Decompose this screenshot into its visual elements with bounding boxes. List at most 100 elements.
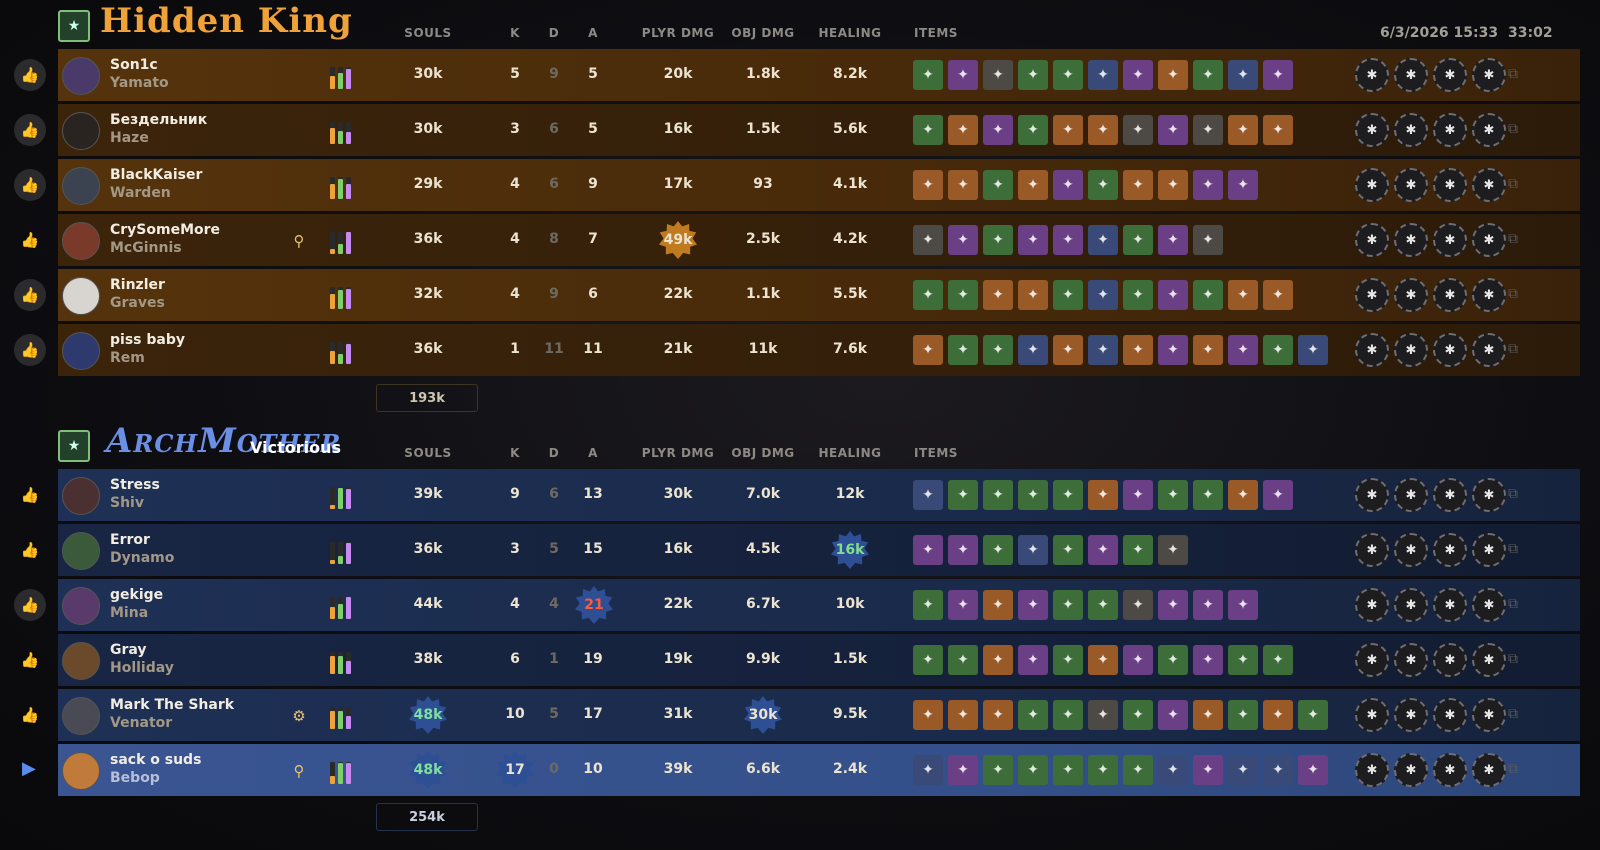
- item-icon[interactable]: ✦: [948, 480, 978, 510]
- thumbs-up-icon[interactable]: 👍: [14, 644, 46, 676]
- ability-icon[interactable]: ✱: [1472, 698, 1506, 732]
- item-icon[interactable]: ✦: [1158, 535, 1188, 565]
- item-icon[interactable]: ✦: [1158, 60, 1188, 90]
- item-icon[interactable]: ✦: [1018, 645, 1048, 675]
- ability-icon[interactable]: ✱: [1433, 113, 1467, 147]
- copy-icon[interactable]: ⧉: [1508, 706, 1518, 722]
- item-icon[interactable]: ✦: [1123, 335, 1153, 365]
- item-icon[interactable]: ✦: [1018, 60, 1048, 90]
- ability-icon[interactable]: ✱: [1355, 478, 1389, 512]
- item-icon[interactable]: ✦: [1123, 170, 1153, 200]
- ability-icon[interactable]: ✱: [1472, 643, 1506, 677]
- item-icon[interactable]: ✦: [1123, 280, 1153, 310]
- ability-icon[interactable]: ✱: [1355, 333, 1389, 367]
- thumbs-up-icon[interactable]: 👍: [14, 169, 46, 201]
- item-icon[interactable]: ✦: [1053, 170, 1083, 200]
- ability-icon[interactable]: ✱: [1433, 478, 1467, 512]
- item-icon[interactable]: ✦: [913, 480, 943, 510]
- item-icon[interactable]: ✦: [1053, 60, 1083, 90]
- item-icon[interactable]: ✦: [1193, 755, 1223, 785]
- item-icon[interactable]: ✦: [1053, 280, 1083, 310]
- thumbs-up-icon[interactable]: 👍: [14, 279, 46, 311]
- item-icon[interactable]: ✦: [983, 700, 1013, 730]
- ability-icon[interactable]: ✱: [1433, 753, 1467, 787]
- player-row[interactable]: [58, 324, 1580, 376]
- item-icon[interactable]: ✦: [1158, 225, 1188, 255]
- ability-icon[interactable]: ✱: [1394, 58, 1428, 92]
- item-icon[interactable]: ✦: [913, 645, 943, 675]
- ability-icon[interactable]: ✱: [1394, 168, 1428, 202]
- copy-icon[interactable]: ⧉: [1508, 486, 1518, 502]
- item-icon[interactable]: ✦: [913, 335, 943, 365]
- copy-icon[interactable]: ⧉: [1508, 121, 1518, 137]
- item-icon[interactable]: ✦: [1158, 480, 1188, 510]
- item-icon[interactable]: ✦: [1228, 590, 1258, 620]
- player-row[interactable]: [58, 269, 1580, 321]
- item-icon[interactable]: ✦: [1298, 700, 1328, 730]
- item-icon[interactable]: ✦: [1053, 225, 1083, 255]
- item-icon[interactable]: ✦: [1123, 535, 1153, 565]
- thumbs-up-icon[interactable]: 👍: [14, 699, 46, 731]
- item-icon[interactable]: ✦: [1193, 700, 1223, 730]
- item-icon[interactable]: ✦: [1123, 115, 1153, 145]
- item-icon[interactable]: ✦: [913, 280, 943, 310]
- ability-icon[interactable]: ✱: [1433, 333, 1467, 367]
- player-row[interactable]: [58, 49, 1580, 101]
- item-icon[interactable]: ✦: [1228, 335, 1258, 365]
- item-icon[interactable]: ✦: [1123, 60, 1153, 90]
- ability-icon[interactable]: ✱: [1394, 478, 1428, 512]
- item-icon[interactable]: ✦: [1088, 225, 1118, 255]
- ability-icon[interactable]: ✱: [1472, 533, 1506, 567]
- item-icon[interactable]: ✦: [1193, 590, 1223, 620]
- item-icon[interactable]: ✦: [1018, 225, 1048, 255]
- player-row[interactable]: [58, 469, 1580, 521]
- item-icon[interactable]: ✦: [1158, 645, 1188, 675]
- ability-icon[interactable]: ✱: [1355, 58, 1389, 92]
- ability-icon[interactable]: ✱: [1472, 278, 1506, 312]
- ability-icon[interactable]: ✱: [1472, 58, 1506, 92]
- player-row[interactable]: [58, 159, 1580, 211]
- ability-icon[interactable]: ✱: [1472, 333, 1506, 367]
- item-icon[interactable]: ✦: [1018, 535, 1048, 565]
- item-icon[interactable]: ✦: [1193, 645, 1223, 675]
- item-icon[interactable]: ✦: [1123, 480, 1153, 510]
- item-icon[interactable]: ✦: [1088, 115, 1118, 145]
- thumbs-up-icon[interactable]: 👍: [14, 334, 46, 366]
- item-icon[interactable]: ✦: [1088, 170, 1118, 200]
- item-icon[interactable]: ✦: [1298, 335, 1328, 365]
- item-icon[interactable]: ✦: [983, 535, 1013, 565]
- ability-icon[interactable]: ✱: [1433, 698, 1467, 732]
- item-icon[interactable]: ✦: [983, 590, 1013, 620]
- item-icon[interactable]: ✦: [983, 335, 1013, 365]
- item-icon[interactable]: ✦: [1263, 480, 1293, 510]
- ability-icon[interactable]: ✱: [1355, 533, 1389, 567]
- item-icon[interactable]: ✦: [1123, 590, 1153, 620]
- item-icon[interactable]: ✦: [1193, 280, 1223, 310]
- copy-icon[interactable]: ⧉: [1508, 176, 1518, 192]
- copy-icon[interactable]: ⧉: [1508, 596, 1518, 612]
- item-icon[interactable]: ✦: [1053, 755, 1083, 785]
- ability-icon[interactable]: ✱: [1433, 223, 1467, 257]
- ability-icon[interactable]: ✱: [1355, 698, 1389, 732]
- item-icon[interactable]: ✦: [983, 645, 1013, 675]
- item-icon[interactable]: ✦: [1263, 700, 1293, 730]
- copy-icon[interactable]: ⧉: [1508, 761, 1518, 777]
- item-icon[interactable]: ✦: [1228, 700, 1258, 730]
- item-icon[interactable]: ✦: [948, 535, 978, 565]
- item-icon[interactable]: ✦: [1228, 280, 1258, 310]
- item-icon[interactable]: ✦: [1088, 645, 1118, 675]
- item-icon[interactable]: ✦: [1193, 60, 1223, 90]
- item-icon[interactable]: ✦: [1088, 755, 1118, 785]
- ability-icon[interactable]: ✱: [1433, 168, 1467, 202]
- ability-icon[interactable]: ✱: [1394, 533, 1428, 567]
- item-icon[interactable]: ✦: [1158, 280, 1188, 310]
- item-icon[interactable]: ✦: [983, 115, 1013, 145]
- ability-icon[interactable]: ✱: [1394, 333, 1428, 367]
- ability-icon[interactable]: ✱: [1472, 478, 1506, 512]
- item-icon[interactable]: ✦: [1018, 480, 1048, 510]
- ability-icon[interactable]: ✱: [1433, 533, 1467, 567]
- item-icon[interactable]: ✦: [1193, 170, 1223, 200]
- item-icon[interactable]: ✦: [1158, 700, 1188, 730]
- item-icon[interactable]: ✦: [948, 590, 978, 620]
- ability-icon[interactable]: ✱: [1355, 753, 1389, 787]
